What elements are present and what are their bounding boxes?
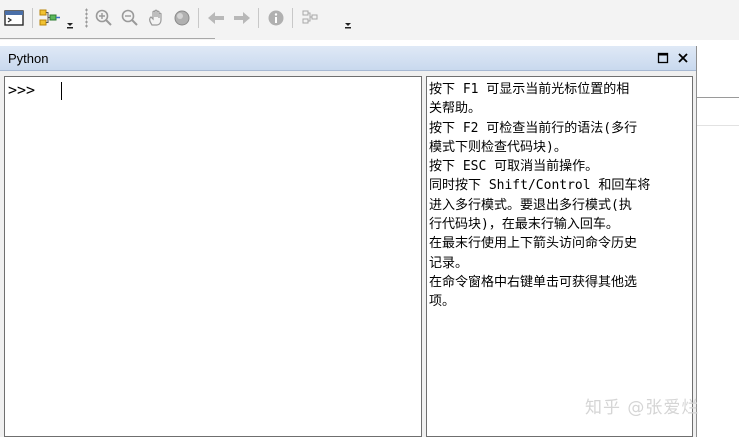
console-prompt: >>> — [8, 81, 36, 99]
help-line: 进入多行模式。要退出多行模式(执 — [429, 197, 632, 213]
watermark: 知乎 @张爱烂 — [585, 398, 700, 418]
toolbar — [0, 0, 739, 40]
help-line: 同时按下 Shift/Control 和回车将 — [429, 178, 651, 194]
back-arrow-icon[interactable] — [204, 6, 228, 30]
help-line: 按下 F1 可显示当前光标位置的相 — [429, 82, 630, 97]
help-pane: 按下 F1 可显示当前光标位置的相 关帮助。按下 F2 可检查当前行的语法(多行模… — [426, 76, 693, 437]
model-builder-icon[interactable] — [36, 6, 64, 30]
dropdown-icon[interactable] — [64, 14, 76, 32]
host-window-divider — [697, 97, 739, 98]
zoom-in-icon[interactable] — [92, 6, 116, 30]
window-title: Python — [8, 51, 49, 66]
help-line: 记录。 — [429, 255, 469, 271]
help-line: 模式下则检查代码块)。 — [429, 139, 567, 155]
help-line: 在最末行使用上下箭头访问命令历史 — [429, 236, 638, 252]
identify-icon[interactable] — [264, 6, 288, 30]
layout-icon[interactable] — [298, 6, 322, 30]
toolbar-separator — [292, 8, 293, 28]
help-line: 关帮助。 — [429, 101, 482, 117]
toolbar-separator — [32, 8, 33, 28]
help-line: 按下 ESC 可取消当前操作。 — [429, 159, 599, 175]
maximize-icon — [657, 52, 669, 64]
close-button[interactable] — [675, 50, 691, 66]
zoom-out-icon[interactable] — [118, 6, 142, 30]
python-window-titlebar[interactable]: Python — [0, 46, 696, 71]
forward-arrow-icon[interactable] — [230, 6, 254, 30]
console-pane[interactable]: >>> — [4, 76, 422, 437]
text-caret — [61, 82, 62, 100]
python-window: Python >>> 按下 F1 可显示当前光标位置的相 关帮助。按下 F2 可检… — [0, 46, 697, 437]
close-icon — [678, 53, 688, 63]
maximize-button[interactable] — [655, 50, 671, 66]
toolbar-separator — [258, 8, 259, 28]
window-icon[interactable] — [0, 6, 28, 30]
host-window-divider — [697, 125, 739, 126]
help-line: 行代码块)，在最末行输入回车。 — [429, 217, 619, 233]
host-window-area — [697, 40, 739, 437]
full-extent-icon[interactable] — [170, 6, 194, 30]
pan-icon[interactable] — [144, 6, 168, 30]
tab-strip-line — [0, 38, 215, 39]
dropdown-icon[interactable] — [342, 14, 354, 32]
help-line: 项。 — [429, 294, 456, 310]
help-line: 在命令窗格中右键单击可获得其他选 — [429, 274, 638, 290]
toolbar-grip[interactable] — [85, 8, 88, 28]
help-line: 按下 F2 可检查当前行的语法(多行 — [429, 120, 638, 136]
toolbar-separator — [198, 8, 199, 28]
